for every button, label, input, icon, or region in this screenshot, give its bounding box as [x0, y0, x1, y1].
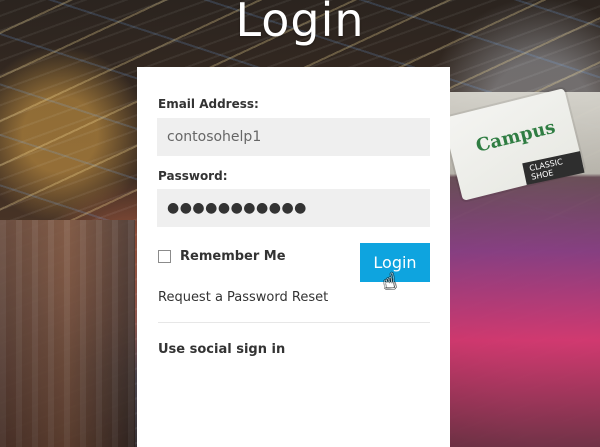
password-label: Password:: [158, 169, 228, 183]
email-field[interactable]: [157, 118, 430, 156]
remember-me-control[interactable]: Remember Me: [158, 249, 286, 264]
remember-me-checkbox[interactable]: [158, 250, 171, 263]
shop-sign-text: Campus: [473, 116, 558, 157]
market-stalls-left: [0, 220, 135, 447]
page-title: Login: [235, 0, 365, 47]
social-sign-in-heading: Use social sign in: [158, 342, 286, 357]
remember-me-label[interactable]: Remember Me: [180, 249, 286, 264]
login-panel: Email Address: Password: Remember Me Log…: [137, 67, 450, 447]
divider: [158, 322, 430, 323]
email-label: Email Address:: [158, 97, 259, 111]
password-reset-link[interactable]: Request a Password Reset: [158, 290, 328, 305]
password-field[interactable]: [157, 189, 430, 227]
